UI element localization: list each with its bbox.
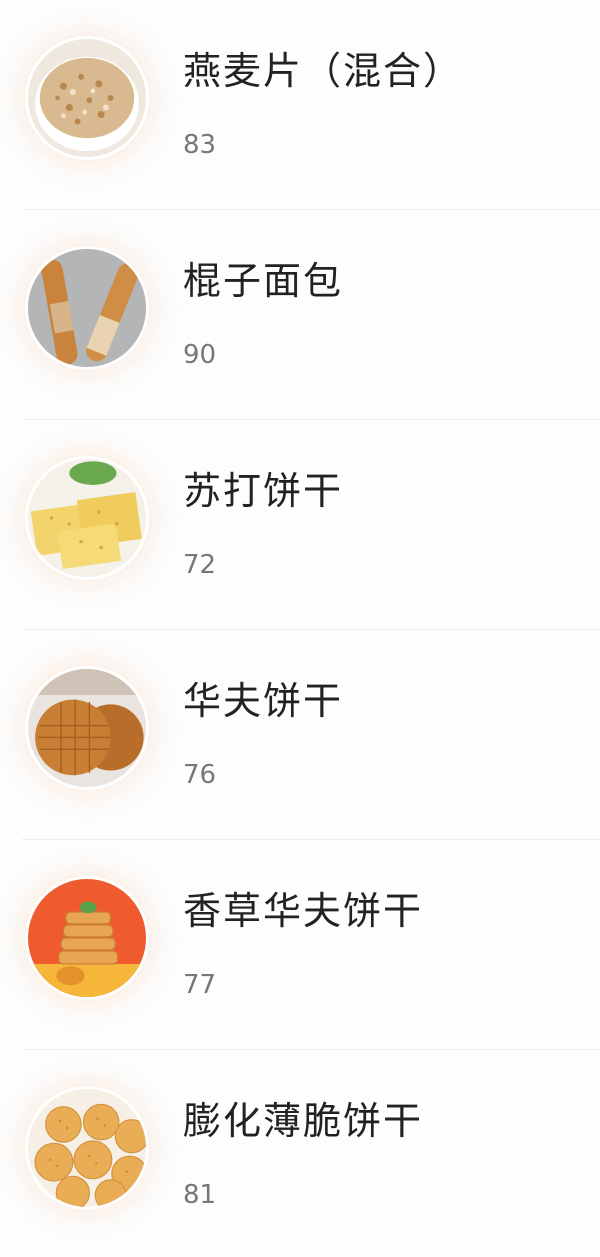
food-name: 燕麦片（混合） [183,49,464,93]
food-name: 苏打饼干 [183,469,344,513]
list-item[interactable]: 燕麦片（混合） 83 [0,0,600,210]
food-name: 华夫饼干 [183,679,344,723]
food-thumbnail [25,1086,149,1210]
list-item[interactable]: 香草华夫饼干 77 [0,840,600,1050]
food-list: 燕麦片（混合） 83 棍子面包 90 苏打饼干 72 华夫饼干 76 香草华夫饼… [0,0,600,1257]
vanilla-waffle-image [28,879,146,997]
food-value: 72 [183,550,217,580]
oatmeal-image [28,39,146,157]
food-value: 81 [183,1180,217,1210]
food-thumbnail [25,666,149,790]
food-thumbnail [25,876,149,1000]
food-thumbnail [25,246,149,370]
list-item[interactable]: 膨化薄脆饼干 81 [0,1050,600,1257]
food-value: 76 [183,760,217,790]
food-value: 83 [183,130,217,160]
baguette-image [28,249,146,367]
soda-cracker-image [28,459,146,577]
food-name: 香草华夫饼干 [183,889,424,933]
list-item[interactable]: 棍子面包 90 [0,210,600,420]
food-value: 77 [183,970,217,1000]
food-value: 90 [183,340,217,370]
list-item[interactable]: 苏打饼干 72 [0,420,600,630]
waffle-cookie-image [28,669,146,787]
food-name: 膨化薄脆饼干 [183,1099,424,1143]
puffed-cracker-image [28,1089,146,1207]
list-item[interactable]: 华夫饼干 76 [0,630,600,840]
food-name: 棍子面包 [183,259,344,303]
food-thumbnail [25,36,149,160]
food-thumbnail [25,456,149,580]
